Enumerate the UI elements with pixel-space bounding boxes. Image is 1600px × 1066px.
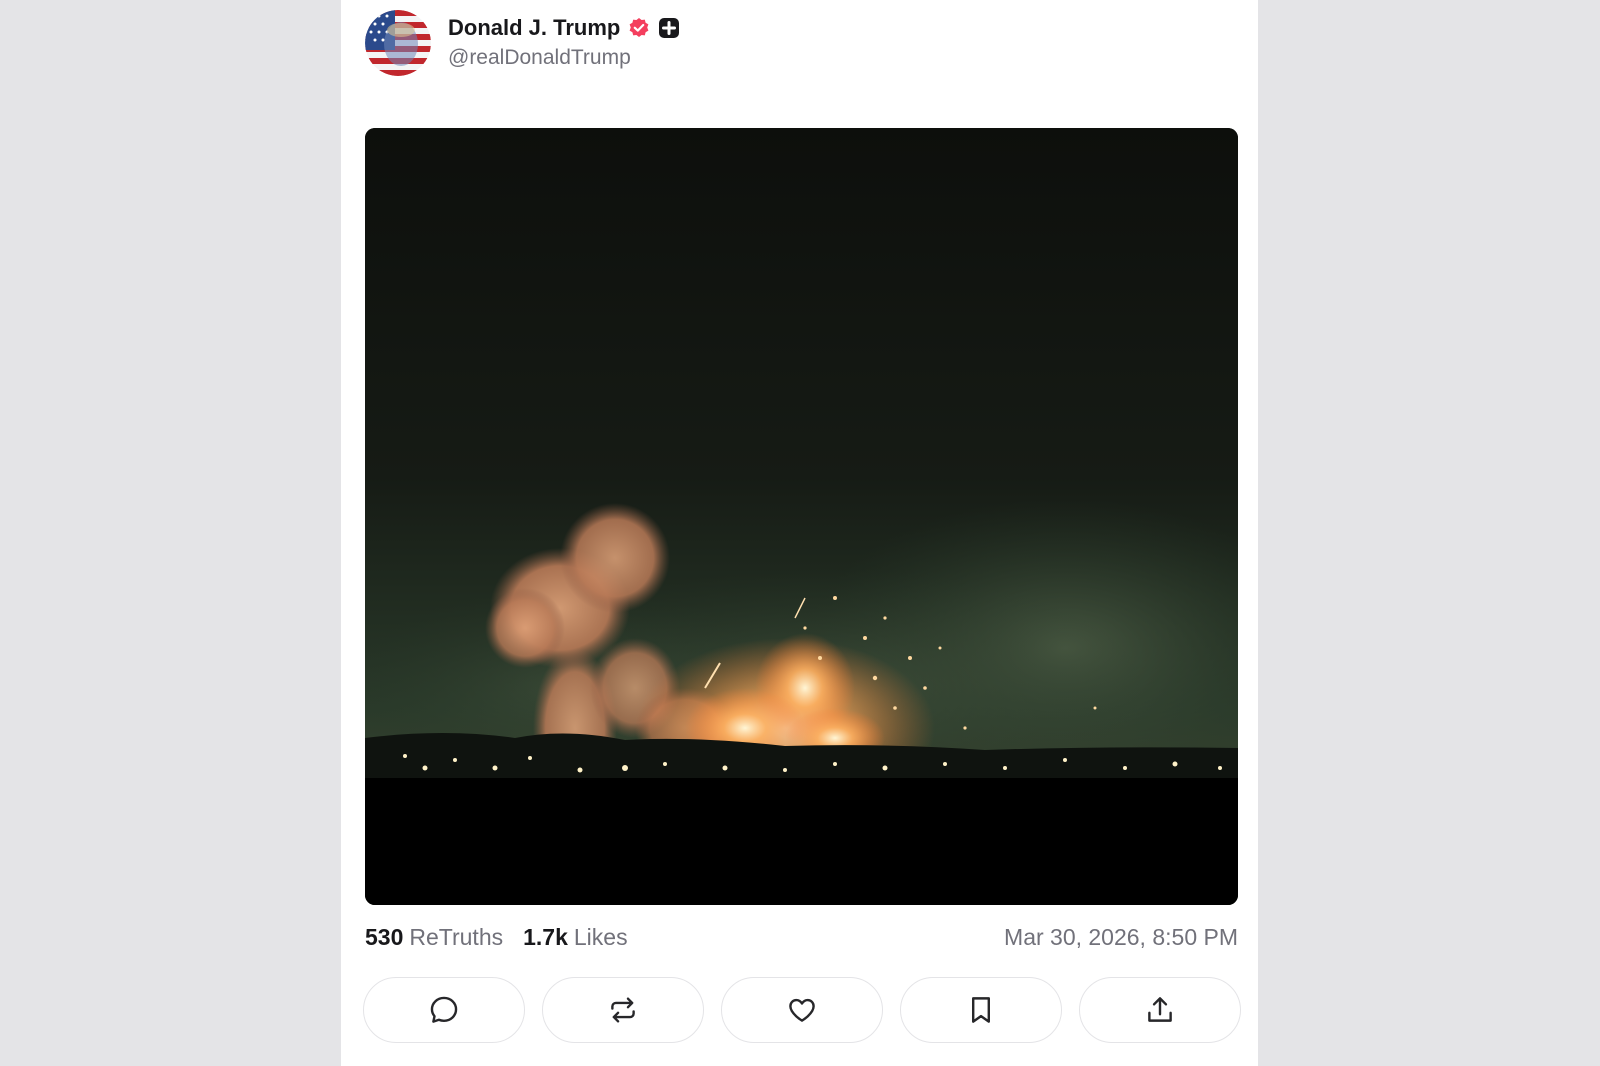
likes-stat[interactable]: 1.7k Likes [523, 924, 627, 951]
likes-count: 1.7k [523, 923, 568, 950]
post-timestamp[interactable]: Mar 30, 2026, 8:50 PM [1004, 924, 1238, 951]
verified-badge-icon [628, 17, 650, 39]
avatar[interactable] [365, 10, 431, 76]
reply-button[interactable] [363, 977, 525, 1043]
author-display-name[interactable]: Donald J. Trump [448, 15, 620, 41]
bookmark-button[interactable] [900, 977, 1062, 1043]
name-row: Donald J. Trump [448, 10, 680, 46]
retruths-count: 530 [365, 923, 404, 950]
night-explosion-image [365, 128, 1238, 905]
retruths-stat[interactable]: 530 ReTruths [365, 924, 503, 951]
plus-badge-icon [658, 17, 680, 39]
comment-icon [430, 996, 458, 1023]
retruths-label: ReTruths [409, 923, 504, 950]
action-bar [363, 977, 1241, 1045]
share-button[interactable] [1079, 977, 1241, 1043]
share-icon [1148, 997, 1172, 1022]
post-card: Donald J. Trump @realDonaldTrump 530 ReT… [341, 0, 1258, 1066]
post-media[interactable] [365, 128, 1238, 905]
likes-label: Likes [573, 923, 628, 950]
repost-icon [611, 997, 635, 1023]
like-button[interactable] [721, 977, 883, 1043]
author-handle[interactable]: @realDonaldTrump [448, 46, 680, 70]
heart-icon [789, 998, 815, 1022]
flag-portrait-avatar [365, 10, 431, 76]
retruth-button[interactable] [542, 977, 704, 1043]
post-stats: 530 ReTruths 1.7k Likes Mar 30, 2026, 8:50… [365, 920, 1238, 954]
post-header: Donald J. Trump @realDonaldTrump [365, 10, 680, 80]
author-names: Donald J. Trump @realDonaldTrump [448, 10, 680, 70]
bookmark-icon [972, 997, 990, 1023]
